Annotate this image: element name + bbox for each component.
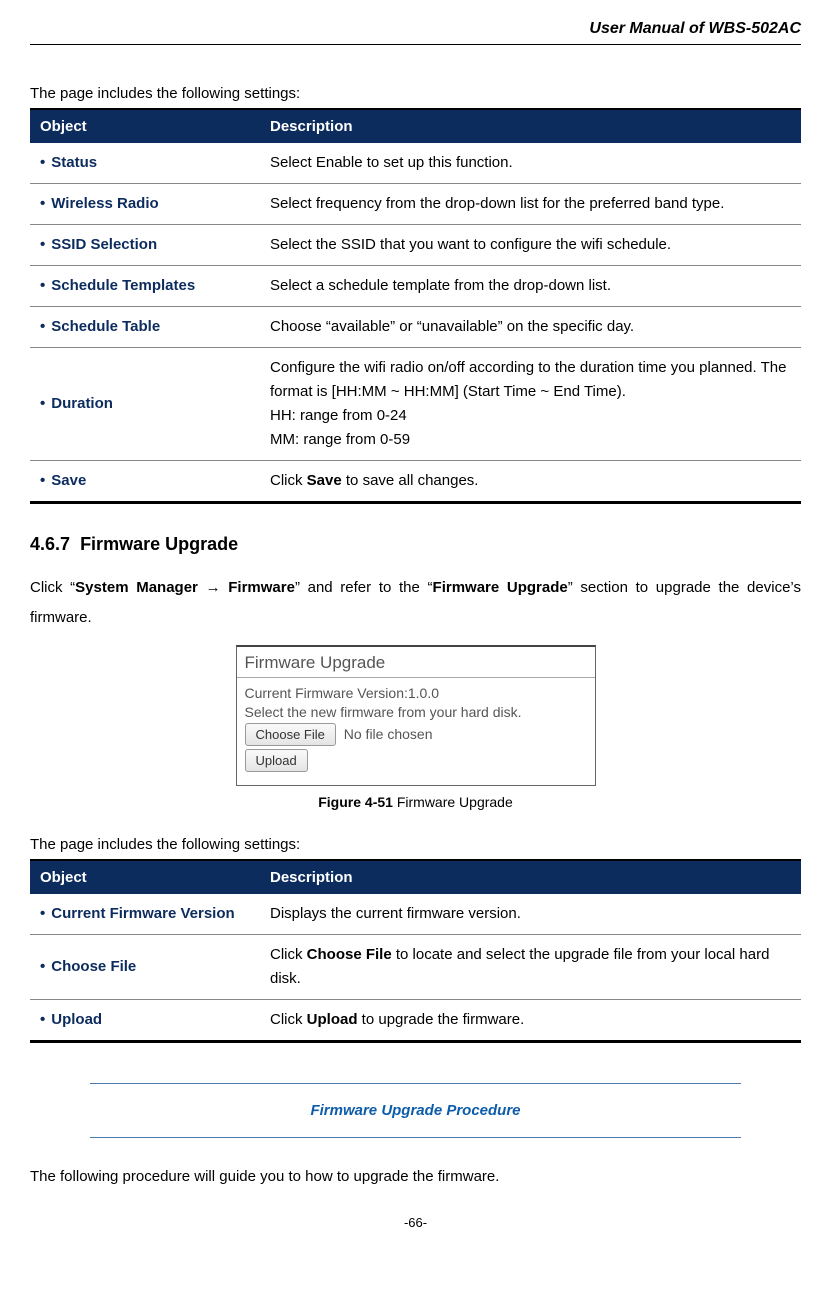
object-label: Schedule Templates xyxy=(51,277,195,294)
bullet-icon: • xyxy=(40,472,45,489)
para-text: Click “ xyxy=(30,579,75,596)
settings-table-2: Object Description • Current Firmware Ver… xyxy=(30,859,801,1043)
desc-prefix: Click xyxy=(270,1011,307,1028)
table-row: • Current Firmware Version Displays the c… xyxy=(30,894,801,935)
upload-button[interactable]: Upload xyxy=(245,749,308,772)
table2-head-description: Description xyxy=(260,860,801,894)
firmware-upgrade-panel: Firmware Upgrade Current Firmware Versio… xyxy=(236,645,596,786)
desc-suffix: to upgrade the firmware. xyxy=(358,1011,525,1028)
para-text: ” and refer to the “ xyxy=(295,579,433,596)
section-number: 4.6.7 xyxy=(30,534,70,554)
desc-bold: Upload xyxy=(307,1011,358,1028)
closing-text: The following procedure will guide you t… xyxy=(30,1168,801,1185)
procedure-heading-block: Firmware Upgrade Procedure xyxy=(90,1083,741,1138)
description-cell: Click Save to save all changes. xyxy=(260,461,801,503)
desc-bold: Save xyxy=(307,472,342,489)
bullet-icon: • xyxy=(40,318,45,335)
caption-bold: Figure 4-51 xyxy=(318,794,393,810)
bullet-icon: • xyxy=(40,154,45,171)
page-header-title: User Manual of WBS-502AC xyxy=(30,20,801,45)
object-label: Current Firmware Version xyxy=(51,905,234,922)
bullet-icon: • xyxy=(40,395,45,412)
bullet-icon: • xyxy=(40,195,45,212)
caption-rest: Firmware Upgrade xyxy=(393,794,513,810)
bullet-icon: • xyxy=(40,1011,45,1028)
section-heading: 4.6.7 Firmware Upgrade xyxy=(30,534,801,555)
panel-title: Firmware Upgrade xyxy=(237,647,595,678)
table-row: • Schedule Table Choose “available” or “u… xyxy=(30,307,801,348)
intro-text-1: The page includes the following settings… xyxy=(30,85,801,102)
object-label: Duration xyxy=(51,395,113,412)
object-label: Save xyxy=(51,472,86,489)
description-cell: Select frequency from the drop-down list… xyxy=(260,184,801,225)
divider-line xyxy=(90,1083,741,1084)
description-cell: Click Choose File to locate and select t… xyxy=(260,935,801,1000)
table-row: • Save Click Save to save all changes. xyxy=(30,461,801,503)
divider-line xyxy=(90,1137,741,1138)
table-row: • Status Select Enable to set up this fun… xyxy=(30,143,801,184)
object-label: Status xyxy=(51,154,97,171)
table2-head-object: Object xyxy=(30,860,260,894)
table-row: • Duration Configure the wifi radio on/of… xyxy=(30,348,801,461)
table1-head-object: Object xyxy=(30,109,260,143)
settings-table-1: Object Description • Status Select Enable… xyxy=(30,108,801,504)
object-label: Choose File xyxy=(51,958,136,975)
description-cell: Displays the current firmware version. xyxy=(260,894,801,935)
object-label: Schedule Table xyxy=(51,318,160,335)
object-label: Upload xyxy=(51,1011,102,1028)
intro-text-2: The page includes the following settings… xyxy=(30,836,801,853)
firmware-select-line: Select the new firmware from your hard d… xyxy=(245,704,587,720)
table-row: • Schedule Templates Select a schedule te… xyxy=(30,266,801,307)
para-bold: System Manager → Firmware xyxy=(75,579,295,596)
bullet-icon: • xyxy=(40,958,45,975)
table-row: • Wireless Radio Select frequency from th… xyxy=(30,184,801,225)
procedure-title: Firmware Upgrade Procedure xyxy=(90,1102,741,1119)
object-label: SSID Selection xyxy=(51,236,157,253)
object-label: Wireless Radio xyxy=(51,195,158,212)
para-bold: Firmware Upgrade xyxy=(433,579,568,596)
description-cell: Click Upload to upgrade the firmware. xyxy=(260,1000,801,1042)
desc-suffix: to save all changes. xyxy=(342,472,479,489)
desc-bold: Choose File xyxy=(307,946,392,963)
bullet-icon: • xyxy=(40,905,45,922)
page-number: -66- xyxy=(30,1215,801,1230)
table1-head-description: Description xyxy=(260,109,801,143)
bullet-icon: • xyxy=(40,277,45,294)
description-cell: Select the SSID that you want to configu… xyxy=(260,225,801,266)
description-cell: Choose “available” or “unavailable” on t… xyxy=(260,307,801,348)
section-paragraph: Click “System Manager → Firmware” and re… xyxy=(30,573,801,633)
table-row: • Upload Click Upload to upgrade the firm… xyxy=(30,1000,801,1042)
choose-file-button[interactable]: Choose File xyxy=(245,723,336,746)
description-cell: Configure the wifi radio on/off accordin… xyxy=(260,348,801,461)
desc-prefix: Click xyxy=(270,946,307,963)
table-row: • Choose File Click Choose File to locate… xyxy=(30,935,801,1000)
section-title: Firmware Upgrade xyxy=(80,534,238,554)
bullet-icon: • xyxy=(40,236,45,253)
firmware-version-line: Current Firmware Version:1.0.0 xyxy=(245,685,587,701)
desc-prefix: Click xyxy=(270,472,307,489)
description-cell: Select a schedule template from the drop… xyxy=(260,266,801,307)
no-file-chosen-text: No file chosen xyxy=(344,726,433,742)
figure-caption: Figure 4-51 Firmware Upgrade xyxy=(30,794,801,810)
table-row: • SSID Selection Select the SSID that you… xyxy=(30,225,801,266)
description-cell: Select Enable to set up this function. xyxy=(260,143,801,184)
